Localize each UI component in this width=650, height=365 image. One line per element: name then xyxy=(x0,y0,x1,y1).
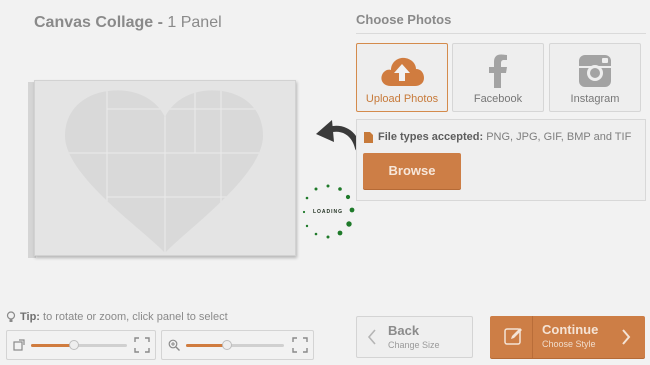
tip-body: to rotate or zoom, click panel to select xyxy=(39,311,228,323)
rotate-thumb[interactable] xyxy=(69,340,80,350)
file-types-label: File types accepted: xyxy=(378,131,484,143)
loading-label: LOADING xyxy=(312,209,344,215)
facebook-icon xyxy=(489,54,507,88)
zoom-in-icon xyxy=(168,339,180,351)
rotate-slider[interactable] xyxy=(6,330,156,360)
heart-collage-layout xyxy=(65,90,263,253)
zoom-track[interactable] xyxy=(186,340,284,350)
continue-label: Continue xyxy=(542,322,599,337)
title-panels: 1 Panel xyxy=(162,14,222,31)
cloud-upload-icon xyxy=(381,57,424,86)
tip-label: Tip: xyxy=(20,311,40,323)
collage-canvas[interactable] xyxy=(34,80,296,256)
fullscreen-icon[interactable] xyxy=(134,337,150,353)
back-label: Back xyxy=(388,323,420,338)
zoom-fill xyxy=(186,344,228,347)
continue-divider xyxy=(532,316,533,358)
divider xyxy=(356,33,646,34)
back-sublabel: Change Size xyxy=(388,340,440,350)
curved-arrow-icon xyxy=(316,120,361,151)
file-types-note: File types accepted: PNG, JPG, GIF, BMP … xyxy=(364,131,631,143)
zoom-thumb[interactable] xyxy=(222,340,233,350)
instagram-icon xyxy=(579,55,611,87)
edit-icon xyxy=(504,328,522,345)
tip-text: Tip: to rotate or zoom, click panel to s… xyxy=(6,311,228,323)
instagram-label: Instagram xyxy=(570,93,620,105)
continue-button[interactable]: Continue Choose Style xyxy=(490,316,645,358)
upload-photos-label: Upload Photos xyxy=(365,93,439,105)
chevron-right-icon xyxy=(622,329,631,345)
browse-button[interactable]: Browse xyxy=(363,153,461,189)
chevron-left-icon xyxy=(367,329,376,345)
back-button[interactable]: Back Change Size xyxy=(356,316,473,358)
rotate-track[interactable] xyxy=(31,340,127,350)
rotate-icon xyxy=(13,339,25,351)
facebook-button[interactable]: Facebook xyxy=(452,43,544,112)
instagram-button[interactable]: Instagram xyxy=(549,43,641,112)
continue-sublabel: Choose Style xyxy=(542,339,596,349)
page-title: Canvas Collage - 1 Panel xyxy=(34,14,222,32)
title-product: Canvas Collage - xyxy=(34,14,163,31)
lightbulb-icon xyxy=(6,311,16,322)
file-types-list: PNG, JPG, GIF, BMP and TIF xyxy=(483,131,632,143)
rotate-fill xyxy=(31,344,75,347)
zoom-slider[interactable] xyxy=(161,330,314,360)
upload-photos-button[interactable]: Upload Photos xyxy=(356,43,448,112)
file-icon xyxy=(364,131,373,143)
fullscreen-icon[interactable] xyxy=(292,337,308,353)
choose-photos-heading: Choose Photos xyxy=(356,12,452,27)
facebook-label: Facebook xyxy=(473,93,523,105)
